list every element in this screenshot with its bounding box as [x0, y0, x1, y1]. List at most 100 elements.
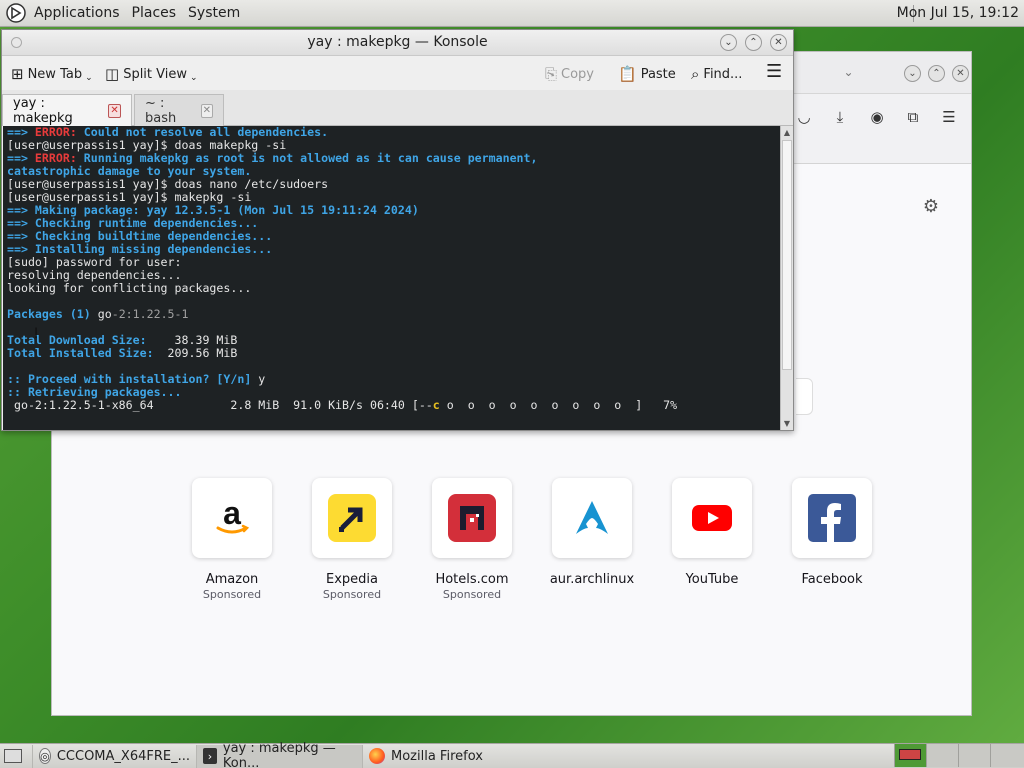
taskbar-item-label: Mozilla Firefox [391, 748, 483, 764]
paste-button[interactable]: 📋 Paste [618, 65, 676, 83]
terminal-text: go [97, 307, 112, 321]
taskbar-item-konsole[interactable]: › yay : makepkg — Kon... [197, 741, 363, 768]
workspace-1[interactable] [894, 744, 926, 767]
terminal-line: looking for conflicting packages... [7, 282, 781, 295]
copy-button[interactable]: ⎘ Copy [545, 65, 594, 83]
distro-logo-icon[interactable] [6, 3, 26, 23]
close-tab-icon[interactable]: ✕ [200, 103, 213, 118]
terminal-text: ==> [7, 216, 35, 230]
terminal-text: Total Installed Size: [7, 346, 161, 360]
maximize-icon[interactable]: ⌃ [928, 65, 945, 82]
tab-yay-makepkg[interactable]: yay : makepkg ✕ [2, 94, 132, 126]
chevron-down-icon: ⌄ [190, 73, 198, 83]
new-tab-icon: ⊞ [11, 65, 24, 83]
show-desktop-button[interactable] [0, 744, 33, 768]
split-view-icon: ◫ [105, 65, 120, 83]
terminal-text: [sudo] password for user: [7, 255, 182, 269]
system-menu[interactable]: System [182, 5, 246, 21]
shortcut-amazon[interactable]: a Amazon Sponsored [172, 478, 292, 601]
terminal-scrollbar[interactable]: ▲ ▼ [780, 126, 793, 430]
taskbar-item-disc[interactable]: ◎ CCCOMA_X64FRE_... [33, 744, 197, 768]
terminal-text: Making package: yay 12.3.5-1 (Mon Jul 15… [34, 203, 419, 217]
minimize-icon[interactable]: ⌄ [904, 65, 921, 82]
shortcut-name: aur.archlinux [549, 572, 635, 587]
scroll-up-icon[interactable]: ▲ [781, 126, 793, 139]
split-view-label: Split View [123, 66, 187, 82]
konsole-toolbar: ⊞ New Tab ⌄ ◫ Split View ⌄ ⎘ Copy 📋 Past… [2, 56, 793, 90]
shortcut-youtube[interactable]: YouTube [652, 478, 772, 601]
konsole-tab-bar: yay : makepkg ✕ ~ : bash ✕ [2, 90, 793, 126]
copy-icon: ⎘ [545, 65, 558, 83]
konsole-titlebar[interactable]: yay : makepkg — Konsole ⌄ ⌃ ✕ [2, 30, 793, 56]
app-menu-icon[interactable]: ☰ [939, 108, 959, 126]
terminal-text: go-2:1.22.5-1-x86_64 2.8 MiB 91.0 KiB/s … [7, 398, 433, 412]
terminal-text: Packages (1) [7, 307, 98, 321]
youtube-logo-icon [672, 478, 752, 558]
terminal-text: Total Download Size: [7, 333, 161, 347]
shortcut-aur-archlinux[interactable]: aur.archlinux [532, 478, 652, 601]
window-menu-icon[interactable] [11, 37, 22, 48]
workspace-4[interactable] [990, 744, 1024, 767]
terminal-text: resolving dependencies... [7, 268, 182, 282]
close-icon[interactable]: ✕ [770, 34, 787, 51]
applications-menu[interactable]: Applications [28, 5, 126, 21]
find-button[interactable]: ⌕ Find... [691, 65, 742, 83]
workspace-2[interactable] [926, 744, 958, 767]
terminal-text: :: Retrieving packages... [7, 385, 182, 399]
shortcut-name: Hotels.com [435, 572, 509, 587]
account-icon[interactable]: ◉ [867, 108, 887, 126]
downloads-icon[interactable]: ⤓ [830, 108, 850, 126]
paste-icon: 📋 [618, 65, 637, 83]
firefox-icon [369, 748, 385, 764]
terminal-text: y [258, 372, 266, 386]
tab-label: yay : makepkg [13, 95, 73, 126]
terminal-text: -2:1.22.5-1 [111, 307, 189, 321]
extensions-icon[interactable]: ⧉ [903, 108, 923, 126]
settings-gear-icon[interactable]: ⚙ [923, 196, 939, 217]
disc-icon: ◎ [39, 748, 51, 764]
tab-bash[interactable]: ~ : bash ✕ [134, 94, 224, 126]
new-tab-button[interactable]: ⊞ New Tab ⌄ [11, 65, 93, 83]
terminal-text: :: Proceed with installation? [Y/n] [7, 372, 259, 386]
shortcut-expedia[interactable]: Expedia Sponsored [292, 478, 412, 601]
panel-clock[interactable]: Mon Jul 15, 19:12 [897, 5, 1019, 21]
workspace-3[interactable] [958, 744, 990, 767]
terminal-text: ==> [7, 242, 35, 256]
places-menu[interactable]: Places [126, 5, 183, 21]
taskbar-item-label: yay : makepkg — Kon... [222, 741, 336, 768]
terminal-text: c [432, 398, 440, 412]
terminal-text: ERROR: [34, 151, 84, 165]
hotels-logo-icon [432, 478, 512, 558]
maximize-icon[interactable]: ⌃ [745, 34, 762, 51]
shortcut-hotels[interactable]: Hotels.com Sponsored [412, 478, 532, 601]
terminal-text: 209.56 MiB [160, 346, 238, 360]
taskbar-item-firefox[interactable]: Mozilla Firefox [363, 745, 543, 768]
paste-label: Paste [640, 66, 676, 82]
shortcut-name: Amazon [205, 572, 259, 587]
scrollbar-thumb[interactable] [782, 140, 792, 370]
pocket-icon[interactable]: ◡ [794, 108, 814, 126]
close-tab-icon[interactable]: ✕ [108, 103, 121, 118]
facebook-logo-icon [792, 478, 872, 558]
terminal-text: [user@userpassis1 yay]$ makepkg -si [7, 190, 252, 204]
close-icon[interactable]: ✕ [952, 65, 969, 82]
terminal-text: Checking runtime dependencies... [34, 216, 259, 230]
terminal-line: Packages (1) go-2:1.22.5-1 [7, 308, 781, 321]
terminal-output[interactable]: ==> ERROR: Could not resolve all depende… [3, 126, 781, 430]
show-desktop-icon [4, 749, 22, 763]
minimize-icon[interactable]: ⌄ [720, 34, 737, 51]
terminal-text: ==> [7, 203, 35, 217]
split-view-button[interactable]: ◫ Split View ⌄ [105, 65, 198, 83]
terminal-icon: › [203, 748, 217, 764]
list-all-tabs-icon[interactable]: ⌄ [840, 65, 857, 82]
bottom-panel: ◎ CCCOMA_X64FRE_... › yay : makepkg — Ko… [0, 741, 1024, 768]
terminal-text: catastrophic damage to your system. [7, 164, 252, 178]
konsole-window: yay : makepkg — Konsole ⌄ ⌃ ✕ ⊞ New Tab … [1, 29, 794, 431]
shortcut-facebook[interactable]: Facebook [772, 478, 892, 601]
hamburger-menu-icon[interactable]: ☰ [766, 61, 782, 82]
search-box-edge[interactable] [796, 378, 813, 415]
taskbar-item-label: CCCOMA_X64FRE_... [56, 748, 190, 764]
scroll-down-icon[interactable]: ▼ [781, 417, 793, 430]
sponsored-label: Sponsored [322, 588, 382, 601]
workspace-window-thumb [899, 749, 921, 760]
